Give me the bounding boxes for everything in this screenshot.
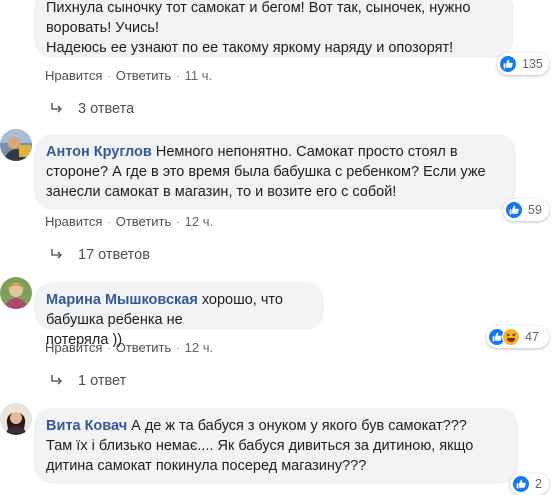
separator: · — [107, 343, 111, 354]
reactions-summary[interactable]: 47 — [486, 326, 549, 348]
reactions-count: 59 — [528, 203, 542, 217]
reactions-count: 135 — [522, 57, 543, 71]
reply-arrow-icon — [51, 249, 63, 259]
comment-text: Пихнула сыночку тот самокат и бегом! Вот… — [46, 0, 471, 56]
separator: · — [107, 71, 111, 82]
separator: · — [176, 343, 180, 354]
comment-bubble: Пихнула сыночку тот самокат и бегом! Вот… — [34, 0, 514, 58]
view-replies-link[interactable]: 17 ответов — [50, 247, 150, 263]
reply-link[interactable]: Ответить — [116, 340, 172, 355]
reactions-summary[interactable]: 59 — [503, 199, 549, 221]
timestamp[interactable]: 11 ч. — [185, 68, 213, 83]
separator: · — [176, 217, 180, 228]
avatar[interactable] — [0, 277, 32, 309]
separator: · — [107, 217, 111, 228]
like-reaction-icon — [505, 201, 523, 219]
haha-reaction-icon — [502, 328, 520, 346]
timestamp[interactable]: 12 ч. — [185, 214, 213, 229]
like-reaction-icon — [499, 55, 517, 73]
like-link[interactable]: Нравится — [45, 214, 102, 229]
avatar[interactable] — [0, 129, 32, 161]
replies-count: 3 ответа — [78, 101, 135, 117]
like-reaction-icon — [512, 475, 530, 493]
reply-arrow-icon — [51, 375, 63, 385]
replies-count: 17 ответов — [78, 247, 150, 263]
avatar[interactable] — [0, 403, 32, 435]
comment-author[interactable]: Вита Ковач — [46, 418, 127, 434]
reactions-count: 2 — [535, 477, 542, 491]
comment-author[interactable]: Антон Круглов — [46, 144, 152, 160]
reply-link[interactable]: Ответить — [116, 214, 172, 229]
reply-arrow-icon — [51, 103, 63, 113]
comment-actions: Нравится · Ответить · 12 ч. — [45, 340, 213, 355]
comment-bubble: Вита Ковач А де ж та бабуся з онуком у як… — [34, 408, 518, 484]
like-link[interactable]: Нравится — [45, 340, 102, 355]
like-link[interactable]: Нравится — [45, 68, 102, 83]
reply-link[interactable]: Ответить — [116, 68, 172, 83]
comment-actions: Нравится · Ответить · 12 ч. — [45, 214, 213, 229]
reactions-summary[interactable]: 135 — [497, 53, 549, 75]
comment-bubble: Антон Круглов Немного непонятно. Самокат … — [34, 134, 516, 210]
comment-bubble: Марина Мышковская хорошо, что бабушка реб… — [34, 282, 324, 348]
replies-count: 1 ответ — [78, 373, 127, 389]
reactions-count: 47 — [525, 330, 539, 344]
separator: · — [176, 71, 180, 82]
view-replies-link[interactable]: 1 ответ — [50, 373, 126, 389]
comment-author[interactable]: Марина Мышковская — [46, 292, 198, 308]
comment-actions: Нравится · Ответить · 11 ч. — [45, 68, 212, 83]
view-replies-link[interactable]: 3 ответа — [50, 101, 134, 117]
timestamp[interactable]: 12 ч. — [185, 340, 213, 355]
reactions-summary[interactable]: 2 — [510, 473, 549, 495]
